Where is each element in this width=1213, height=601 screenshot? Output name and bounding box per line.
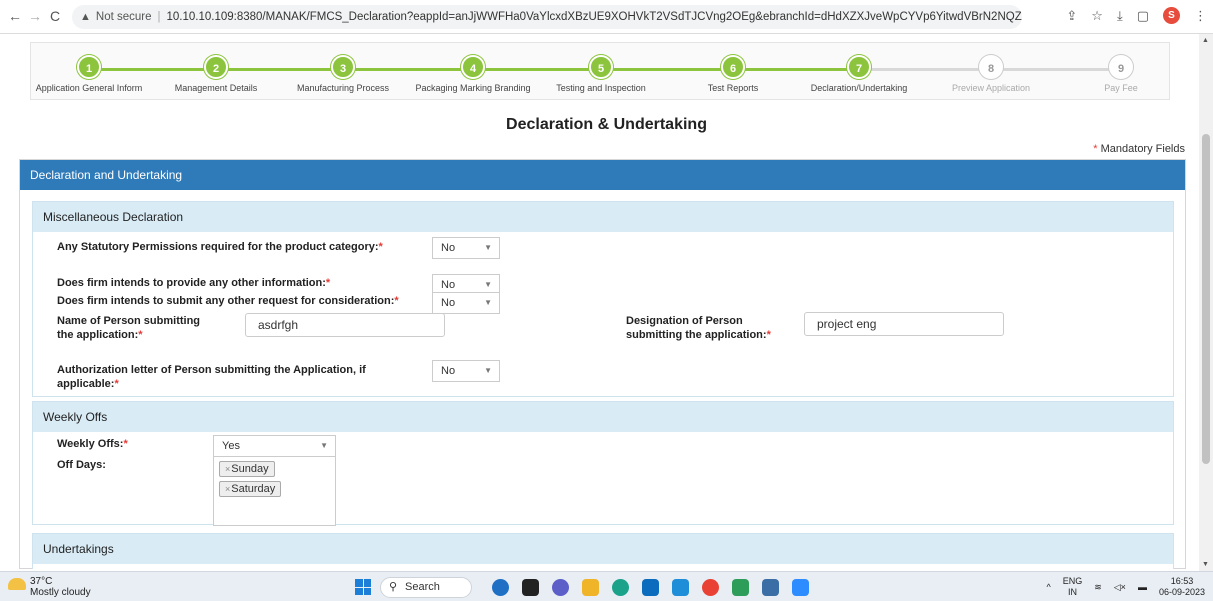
- browser-menu-icon[interactable]: ⋮: [1194, 8, 1207, 24]
- address-bar[interactable]: ▲ Not secure | 10.10.10.109:8380/MANAK/F…: [72, 5, 1022, 29]
- profile-avatar[interactable]: S: [1163, 7, 1180, 24]
- scroll-thumb[interactable]: [1202, 134, 1210, 464]
- share-icon[interactable]: ⇪: [1066, 8, 1077, 24]
- language-indicator[interactable]: ENG IN: [1063, 576, 1083, 598]
- step-preview-application[interactable]: 8 Preview Application: [931, 55, 1051, 93]
- browser-actions: ⇪ ☆ ⤓ ▢ S ⋮: [1066, 7, 1207, 24]
- weekly-offs-section: Weekly Offs Weekly Offs:* Yes ▼ Off Days:…: [32, 401, 1174, 526]
- url-separator: |: [157, 11, 161, 23]
- bookmark-star-icon[interactable]: ☆: [1091, 8, 1103, 24]
- page-title: Declaration & Undertaking: [506, 116, 707, 133]
- app-l-icon[interactable]: [672, 579, 689, 596]
- app-chart-icon[interactable]: [732, 579, 749, 596]
- step-declaration-undertaking[interactable]: 7 Declaration/Undertaking: [799, 55, 919, 93]
- step-manufacturing-process[interactable]: 3 Manufacturing Process: [283, 55, 403, 93]
- reload-icon[interactable]: C: [44, 8, 66, 24]
- weather-cloud-icon[interactable]: [8, 578, 26, 590]
- off-day-chip-saturday[interactable]: ×Saturday: [219, 481, 282, 497]
- section-heading: Weekly Offs: [33, 402, 1173, 432]
- security-status: Not secure: [95, 11, 152, 23]
- step-application-general[interactable]: 1 Application General Inform: [29, 55, 149, 93]
- statutory-label: Any Statutory Permissions required for t…: [57, 241, 383, 253]
- photos-icon[interactable]: [792, 579, 809, 596]
- windows-start-icon[interactable]: [355, 579, 371, 595]
- remove-icon[interactable]: ×: [225, 484, 230, 494]
- windows-taskbar: 37°C Mostly cloudy ⚲ Search ^ ENG IN ≋ ◁× …: [0, 571, 1213, 601]
- step-management-details[interactable]: 2 Management Details: [156, 55, 276, 93]
- declaration-panel: Declaration and Undertaking Miscellaneou…: [19, 159, 1186, 569]
- chevron-down-icon: ▼: [320, 441, 328, 450]
- designation-label: Designation of Person submitting the appl…: [626, 315, 771, 341]
- warning-icon: ▲: [80, 11, 91, 23]
- step-pay-fee[interactable]: 9 Pay Fee: [1061, 55, 1181, 93]
- step-test-reports[interactable]: 6 Test Reports: [673, 55, 793, 93]
- window-icon[interactable]: ▢: [1137, 8, 1149, 24]
- weekly-offs-select[interactable]: Yes ▼: [213, 435, 336, 457]
- back-arrow-icon[interactable]: ←: [4, 8, 26, 24]
- file-explorer-icon[interactable]: [582, 579, 599, 596]
- weather-widget[interactable]: 37°C Mostly cloudy: [30, 576, 91, 598]
- system-tray: ^ ENG IN ≋ ◁× ▬ 16:53 06-09-2023: [1046, 576, 1205, 598]
- search-icon: ⚲: [389, 581, 398, 593]
- off-days-multiselect[interactable]: ×Sunday ×Saturday: [213, 456, 336, 526]
- application-stepper: 1 Application General Inform 2 Managemen…: [30, 42, 1170, 100]
- mandatory-note: * Mandatory Fields: [1093, 143, 1185, 155]
- step-packaging-marking[interactable]: 4 Packaging Marking Branding: [413, 55, 533, 93]
- other-info-label: Does firm intends to provide any other i…: [57, 277, 331, 289]
- chevron-down-icon: ▼: [484, 298, 492, 307]
- chrome-icon[interactable]: [702, 579, 719, 596]
- download-icon[interactable]: ⤓: [1117, 8, 1123, 24]
- auth-letter-select[interactable]: No ▼: [432, 360, 500, 382]
- database-icon[interactable]: [762, 579, 779, 596]
- designation-input[interactable]: project eng: [804, 312, 1004, 336]
- wifi-icon[interactable]: ≋: [1094, 582, 1102, 593]
- copilot-icon[interactable]: [492, 579, 509, 596]
- section-heading: Undertakings: [33, 534, 1173, 564]
- off-days-label: Off Days:: [57, 459, 106, 471]
- chevron-down-icon: ▼: [484, 243, 492, 252]
- forward-arrow-icon[interactable]: →: [24, 8, 46, 24]
- browser-toolbar: ← → C ▲ Not secure | 10.10.10.109:8380/M…: [0, 0, 1213, 34]
- step-testing-inspection[interactable]: 5 Testing and Inspection: [541, 55, 661, 93]
- panel-heading: Declaration and Undertaking: [20, 160, 1185, 190]
- person-name-label: Name of Person submitting the application…: [57, 315, 201, 341]
- volume-icon[interactable]: ◁×: [1114, 582, 1126, 593]
- section-heading: Miscellaneous Declaration: [33, 202, 1173, 232]
- url-text: 10.10.10.109:8380/MANAK/FMCS_Declaration…: [166, 11, 1023, 23]
- scroll-up-icon[interactable]: ▲: [1202, 37, 1209, 44]
- other-request-select[interactable]: No ▼: [432, 292, 500, 314]
- undertakings-section: Undertakings: [32, 533, 1174, 569]
- page-scrollbar[interactable]: ▲ ▼: [1199, 34, 1213, 571]
- auth-letter-label: Authorization letter of Person submittin…: [57, 364, 366, 390]
- person-name-input[interactable]: asdrfgh: [245, 313, 445, 337]
- task-view-icon[interactable]: [522, 579, 539, 596]
- misc-declaration-section: Miscellaneous Declaration Any Statutory …: [32, 201, 1174, 397]
- off-day-chip-sunday[interactable]: ×Sunday: [219, 461, 275, 477]
- weekly-offs-label: Weekly Offs:*: [57, 438, 128, 450]
- tray-chevron-up-icon[interactable]: ^: [1046, 582, 1050, 592]
- chevron-down-icon: ▼: [484, 366, 492, 375]
- other-request-label: Does firm intends to submit any other re…: [57, 295, 399, 307]
- store-icon[interactable]: [642, 579, 659, 596]
- chat-icon[interactable]: [552, 579, 569, 596]
- scroll-down-icon[interactable]: ▼: [1202, 561, 1209, 568]
- clock[interactable]: 16:53 06-09-2023: [1159, 576, 1205, 598]
- remove-icon[interactable]: ×: [225, 464, 230, 474]
- battery-icon[interactable]: ▬: [1138, 582, 1147, 592]
- edge-icon[interactable]: [612, 579, 629, 596]
- taskbar-search[interactable]: ⚲ Search: [380, 577, 472, 598]
- statutory-select[interactable]: No ▼: [432, 237, 500, 259]
- required-star: *: [1093, 143, 1101, 155]
